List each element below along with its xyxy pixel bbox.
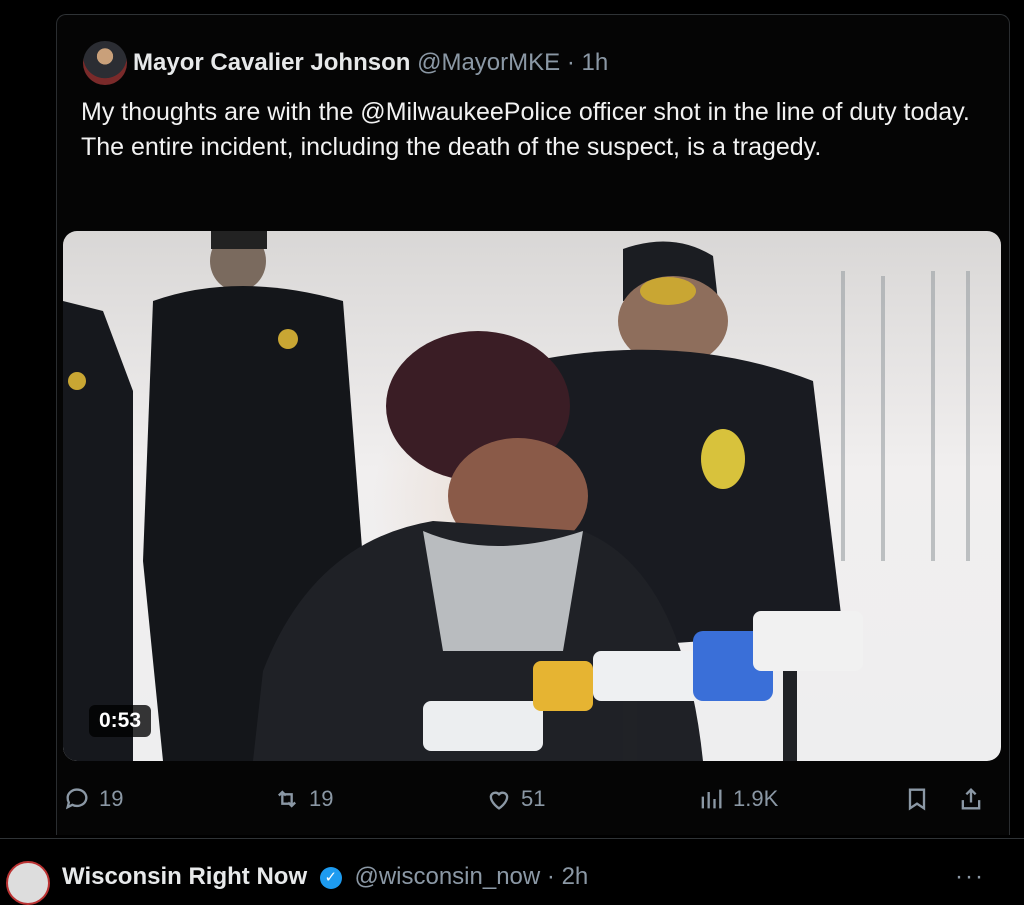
repost-icon <box>278 790 296 808</box>
separator-dot: · <box>566 49 575 76</box>
bookmark-button[interactable] <box>903 785 931 813</box>
bookmark-icon <box>908 788 926 811</box>
views-button[interactable]: 1.9K <box>697 785 778 813</box>
repost-count: 19 <box>309 786 334 811</box>
tweet-card[interactable]: Mayor Cavalier Johnson @MayorMKE · 1h My… <box>56 14 1010 835</box>
next-author-avatar[interactable] <box>6 861 50 905</box>
reply-icon <box>65 788 88 810</box>
author-avatar[interactable] <box>83 41 127 85</box>
like-button[interactable]: 51 <box>485 785 545 813</box>
share-button[interactable] <box>957 785 985 813</box>
views-icon <box>701 789 722 809</box>
author-handle[interactable]: @MayorMKE <box>417 49 560 76</box>
tweet-video[interactable]: 0:53 <box>63 231 1001 761</box>
video-frame <box>63 231 970 761</box>
views-count: 1.9K <box>733 786 779 811</box>
reply-button[interactable]: 19 <box>63 785 123 813</box>
next-author-handle[interactable]: @wisconsin_now <box>354 863 540 890</box>
next-tweet-header: Wisconsin Right Now ✓ @wisconsin_now · 2… <box>62 863 588 891</box>
next-separator-dot: · <box>546 863 555 890</box>
like-count: 51 <box>521 786 546 811</box>
verified-badge-icon: ✓ <box>319 866 342 889</box>
author-name[interactable]: Mayor Cavalier Johnson <box>133 49 410 76</box>
tweet-actions: 19 19 51 1.9K <box>57 785 1009 825</box>
tweet-text: My thoughts are with the @MilwaukeePolic… <box>81 98 970 161</box>
next-tweet-timestamp[interactable]: 2h <box>562 863 589 890</box>
tweet-timestamp[interactable]: 1h <box>582 49 609 76</box>
tweet-header: Mayor Cavalier Johnson @MayorMKE · 1h <box>133 49 608 77</box>
next-tweet[interactable]: Wisconsin Right Now ✓ @wisconsin_now · 2… <box>0 838 1024 905</box>
video-duration: 0:53 <box>89 705 152 737</box>
next-author-name[interactable]: Wisconsin Right Now <box>62 863 307 890</box>
share-icon <box>961 788 981 810</box>
like-icon <box>489 791 509 810</box>
reply-count: 19 <box>99 786 124 811</box>
more-options-icon[interactable]: ··· <box>955 863 985 891</box>
repost-button[interactable]: 19 <box>273 785 333 813</box>
